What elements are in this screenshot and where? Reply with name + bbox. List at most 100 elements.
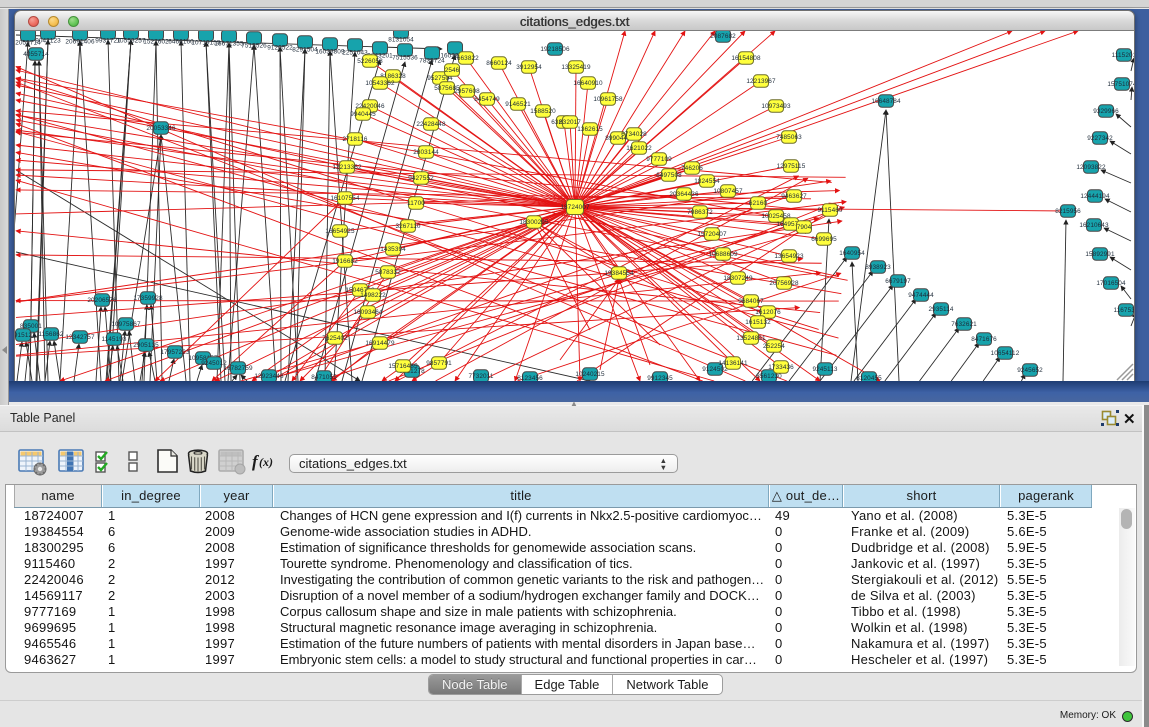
svg-text:2935114: 2935114: [928, 306, 953, 313]
svg-text:1824554: 1824554: [694, 178, 720, 185]
svg-text:8660124: 8660124: [486, 60, 512, 67]
svg-text:9857791: 9857791: [426, 360, 452, 367]
svg-text:3915122: 3915122: [15, 332, 36, 339]
svg-text:9474444: 9474444: [908, 292, 934, 299]
svg-text:1167531: 1167531: [1113, 307, 1134, 314]
svg-text:9245113: 9245113: [812, 366, 837, 373]
svg-text:13524851: 13524851: [736, 335, 766, 342]
svg-text:17359928: 17359928: [133, 295, 163, 302]
svg-text:1115201: 1115201: [1112, 52, 1134, 59]
svg-text:15751074: 15751074: [1107, 81, 1134, 88]
svg-text:7625402: 7625402: [322, 335, 348, 342]
svg-text:10240215: 10240215: [575, 371, 605, 378]
svg-text:7632621: 7632621: [951, 321, 977, 328]
svg-text:10961758: 10961758: [593, 96, 623, 103]
svg-text:632017: 632017: [559, 119, 581, 126]
svg-text:12213967: 12213967: [746, 78, 776, 85]
svg-text:62160: 62160: [749, 200, 768, 207]
svg-text:1156862: 1156862: [38, 331, 63, 338]
svg-text:17016504: 17016504: [1096, 280, 1126, 287]
svg-text:7515526: 7515526: [241, 43, 267, 50]
svg-text:9777109: 9777109: [646, 156, 672, 163]
svg-text:12444194: 12444194: [1080, 193, 1110, 200]
svg-text:22428448: 22428448: [416, 121, 446, 128]
svg-text:1435394: 1435394: [380, 246, 406, 253]
svg-text:8131054: 8131054: [388, 37, 414, 44]
svg-text:16033809: 16033809: [315, 49, 345, 56]
svg-text:10975867: 10975867: [111, 321, 141, 328]
svg-text:(x): (x): [259, 455, 273, 469]
svg-text:13325419: 13325419: [561, 64, 591, 71]
svg-text:15892991: 15892991: [1085, 251, 1115, 258]
svg-text:1612076: 1612076: [755, 309, 781, 316]
svg-text:7515536: 7515536: [392, 55, 418, 62]
svg-text:2087682: 2087682: [710, 33, 736, 40]
svg-text:17957223: 17957223: [160, 349, 190, 356]
svg-text:13654923: 13654923: [774, 253, 804, 260]
svg-text:18300295: 18300295: [519, 219, 549, 226]
svg-text:16671355: 16671355: [214, 41, 244, 48]
svg-text:9427552: 9427552: [408, 175, 434, 182]
svg-text:8561230: 8561230: [756, 373, 782, 380]
svg-text:9227342: 9227342: [1087, 135, 1113, 142]
svg-text:18307249: 18307249: [723, 275, 753, 282]
svg-text:9120522: 9120522: [267, 45, 293, 52]
svg-text:12093822: 12093822: [1076, 164, 1106, 171]
svg-text:16654925: 16654925: [325, 228, 355, 235]
svg-text:9940445: 9940445: [350, 111, 376, 118]
svg-text:8471676: 8471676: [971, 336, 997, 343]
svg-text:16914479: 16914479: [365, 340, 395, 347]
svg-text:9684067: 9684067: [738, 298, 764, 305]
svg-text:5878332: 5878332: [375, 269, 401, 276]
svg-text:19218506: 19218506: [540, 46, 570, 53]
svg-text:20756928: 20756928: [769, 280, 799, 287]
svg-text:2803144: 2803144: [413, 149, 439, 156]
svg-text:12342757: 12342757: [65, 334, 95, 341]
svg-text:2546: 2546: [445, 67, 460, 74]
svg-text:9124502: 9124502: [702, 366, 728, 373]
svg-text:16093464: 16093464: [353, 309, 383, 316]
svg-text:9245012: 9245012: [201, 360, 227, 367]
svg-text:9329966: 9329966: [1093, 108, 1119, 115]
svg-text:16648784: 16648784: [871, 98, 901, 105]
svg-text:10543362: 10543362: [365, 80, 395, 87]
svg-text:6699695: 6699695: [811, 236, 837, 243]
svg-text:1588520: 1588520: [530, 108, 556, 115]
svg-text:10654112: 10654112: [991, 350, 1020, 357]
svg-text:20206576: 20206576: [87, 297, 117, 304]
svg-text:18724007: 18724007: [560, 204, 590, 211]
svg-text:8454749: 8454749: [474, 96, 500, 103]
svg-text:14136141: 14136141: [718, 360, 748, 367]
svg-text:12213362: 12213362: [332, 164, 362, 171]
svg-text:8471055: 8471055: [311, 374, 337, 381]
svg-text:20691406: 20691406: [65, 39, 95, 46]
svg-text:1733436: 1733436: [768, 364, 794, 371]
svg-text:252254: 252254: [763, 343, 785, 350]
svg-text:1362615: 1362615: [577, 126, 603, 133]
svg-text:8215956: 8215956: [1055, 208, 1081, 215]
svg-text:7904: 7904: [797, 224, 812, 231]
svg-text:16154808: 16154808: [731, 55, 761, 62]
svg-text:9115460: 9115460: [817, 207, 842, 214]
svg-text:11700: 11700: [407, 200, 425, 207]
svg-text:7732011: 7732011: [468, 373, 493, 380]
svg-text:7986372: 7986372: [687, 209, 713, 216]
svg-text:3912954: 3912954: [516, 64, 542, 71]
svg-text:9146521: 9146521: [505, 101, 531, 108]
svg-text:9245652: 9245652: [1017, 367, 1043, 374]
svg-text:6466160: 6466160: [168, 39, 194, 46]
svg-text:9463627: 9463627: [781, 193, 807, 200]
svg-text:1640954: 1640954: [839, 250, 865, 257]
svg-text:10807457: 10807457: [713, 188, 743, 195]
svg-text:6497508: 6497508: [656, 172, 682, 179]
svg-text:10553257: 10553257: [116, 38, 146, 45]
svg-text:1615132: 1615132: [745, 319, 771, 326]
svg-text:1621022: 1621022: [626, 145, 652, 152]
svg-text:8291504: 8291504: [292, 47, 318, 54]
svg-text:2718116: 2718116: [342, 136, 367, 143]
svg-text:19384554: 19384554: [604, 270, 634, 277]
svg-text:4055714: 4055714: [23, 51, 49, 58]
svg-text:1498222: 1498222: [360, 292, 386, 299]
svg-text:12923448: 12923448: [254, 373, 284, 380]
svg-text:9042123: 9042123: [35, 38, 61, 45]
